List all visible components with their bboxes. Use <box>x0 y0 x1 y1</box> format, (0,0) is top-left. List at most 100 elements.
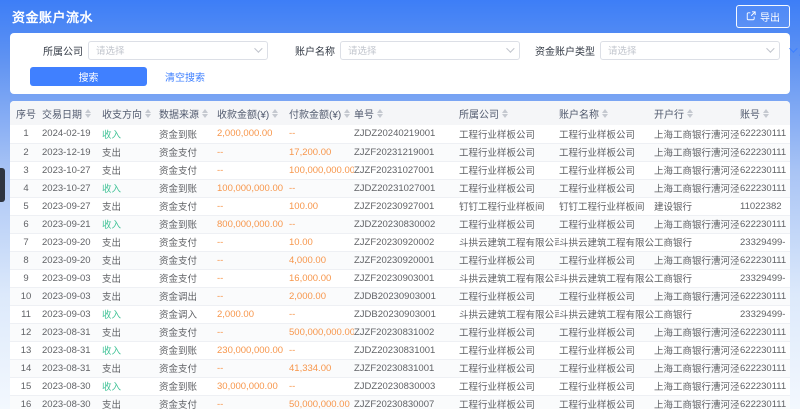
cell-direction: 收入 <box>102 377 159 395</box>
sort-caret-icon[interactable] <box>377 109 383 118</box>
cell-bank: 上海工商银行漕河泾支行 <box>654 125 740 143</box>
expand-filters-link[interactable]: 展开筛选 <box>789 43 800 58</box>
cell-company: 工程行业样板公司 <box>459 323 559 341</box>
column-label: 单号 <box>354 106 374 121</box>
column-label: 序号 <box>16 106 36 121</box>
cell-company: 斗拱云建筑工程有限公司 <box>459 305 559 323</box>
cell-seq: 15 <box>10 377 42 395</box>
table-row: 12024-02-19收入资金到账2,000,000.00--ZJDZ20240… <box>10 125 790 143</box>
cell-bank: 上海工商银行漕河泾支行 <box>654 377 740 395</box>
cell-seq: 5 <box>10 197 42 215</box>
cell-doc_no: ZJZF20230831001 <box>354 359 459 377</box>
cell-seq: 3 <box>10 161 42 179</box>
cell-account_no: 622230111 <box>740 377 790 395</box>
cell-account_no: 622230111 <box>740 251 790 269</box>
cell-source: 资金支付 <box>159 197 217 215</box>
sort-caret-icon[interactable] <box>687 109 693 118</box>
cell-seq: 11 <box>10 305 42 323</box>
cell-doc_no: ZJDZ20230831001 <box>354 341 459 359</box>
column-label: 数据来源 <box>159 106 199 121</box>
cell-pay_amount: 2,000.00 <box>289 287 354 305</box>
left-drawer-handle[interactable] <box>0 168 5 202</box>
chevron-down-icon <box>506 44 514 52</box>
cell-source: 资金支付 <box>159 233 217 251</box>
account-name-filter-placeholder: 请选择 <box>348 43 377 57</box>
column-header-source[interactable]: 数据来源 <box>159 101 217 125</box>
sort-caret-icon[interactable] <box>344 109 350 118</box>
cell-bank: 上海工商银行漕河泾支行 <box>654 395 740 409</box>
cell-pay_amount: -- <box>289 377 354 395</box>
column-header-date[interactable]: 交易日期 <box>42 101 102 125</box>
table-row: 52023-09-27支出资金支付--100.00ZJZF20230927001… <box>10 197 790 215</box>
column-header-pay_amount[interactable]: 付款金额(¥) <box>289 101 354 125</box>
cell-seq: 16 <box>10 395 42 409</box>
cell-account_no: 622230111 <box>740 143 790 161</box>
filter-buttons-row: 搜索 清空搜索 <box>30 67 790 86</box>
sort-caret-icon[interactable] <box>502 109 508 118</box>
column-header-doc_no[interactable]: 单号 <box>354 101 459 125</box>
export-button[interactable]: 导出 <box>736 5 790 28</box>
sort-caret-icon[interactable] <box>85 109 91 118</box>
cell-doc_no: ZJZF20230830007 <box>354 395 459 409</box>
cell-bank: 上海工商银行漕河泾支行 <box>654 251 740 269</box>
cell-bank: 上海工商银行漕河泾支行 <box>654 359 740 377</box>
table-header-row: 序号交易日期收支方向数据来源 收款金额(¥) 付款金额(¥)单号 所属公司 账户名称开户… <box>10 101 790 125</box>
cell-date: 2023-08-31 <box>42 359 102 377</box>
search-button[interactable]: 搜索 <box>30 67 147 86</box>
clear-search-button[interactable]: 清空搜索 <box>159 67 211 86</box>
account-type-filter-select[interactable]: 请选择 <box>600 41 780 60</box>
cell-date: 2023-09-03 <box>42 269 102 287</box>
column-header-direction[interactable]: 收支方向 <box>102 101 159 125</box>
cell-bank: 上海工商银行漕河泾支行 <box>654 341 740 359</box>
column-label: 所属公司 <box>459 106 499 121</box>
cell-pay_amount: 100,000,000.00 <box>289 161 354 179</box>
sort-caret-icon[interactable] <box>272 109 278 118</box>
cell-source: 资金支付 <box>159 269 217 287</box>
cell-date: 2024-02-19 <box>42 125 102 143</box>
cell-direction: 收入 <box>102 125 159 143</box>
cell-doc_no: ZJDB20230903001 <box>354 305 459 323</box>
cell-receive_amount: 100,000,000.00 <box>217 179 289 197</box>
cell-bank: 上海工商银行漕河泾支行 <box>654 287 740 305</box>
table-row: 142023-08-31支出资金支付--41,334.00ZJZF2023083… <box>10 359 790 377</box>
cell-source: 资金支付 <box>159 359 217 377</box>
company-filter-select[interactable]: 请选择 <box>88 41 268 60</box>
sort-caret-icon[interactable] <box>602 109 608 118</box>
column-header-account_name[interactable]: 账户名称 <box>559 101 654 125</box>
cell-account_no: 622230111 <box>740 179 790 197</box>
table-row: 82023-09-20支出资金支付--4,000.00ZJZF202309200… <box>10 251 790 269</box>
cell-company: 斗拱云建筑工程有限公司 <box>459 233 559 251</box>
sort-caret-icon[interactable] <box>763 109 769 118</box>
column-header-account_no[interactable]: 账号 <box>740 101 790 125</box>
cell-bank: 建设银行 <box>654 197 740 215</box>
cell-bank: 上海工商银行漕河泾支行 <box>654 179 740 197</box>
sort-caret-icon[interactable] <box>145 109 151 118</box>
cell-account_no: 622230111 <box>740 125 790 143</box>
page-title: 资金账户流水 <box>12 7 93 26</box>
export-button-label: 导出 <box>760 9 780 24</box>
cell-pay_amount: -- <box>289 341 354 359</box>
cell-company: 工程行业样板公司 <box>459 143 559 161</box>
export-icon <box>746 11 756 21</box>
cell-receive_amount: 800,000,000.00 <box>217 215 289 233</box>
cell-direction: 支出 <box>102 197 159 215</box>
column-header-bank[interactable]: 开户行 <box>654 101 740 125</box>
cell-doc_no: ZJDZ20230830002 <box>354 215 459 233</box>
account-name-filter-label: 账户名称 <box>295 43 335 58</box>
account-name-filter-select[interactable]: 请选择 <box>340 41 520 60</box>
column-header-company[interactable]: 所属公司 <box>459 101 559 125</box>
cell-account_name: 斗拱云建筑工程有限公司 <box>559 269 654 287</box>
sort-caret-icon[interactable] <box>202 109 208 118</box>
column-label: 收款金额(¥) <box>217 106 269 121</box>
cell-source: 资金支付 <box>159 251 217 269</box>
column-header-receive_amount[interactable]: 收款金额(¥) <box>217 101 289 125</box>
cell-pay_amount: 100.00 <box>289 197 354 215</box>
transactions-table: 序号交易日期收支方向数据来源 收款金额(¥) 付款金额(¥)单号 所属公司 账户名称开户… <box>10 101 790 409</box>
cell-account_no: 23329499- <box>740 269 790 287</box>
cell-direction: 支出 <box>102 233 159 251</box>
cell-account_no: 622230111 <box>740 341 790 359</box>
cell-receive_amount: 30,000,000.00 <box>217 377 289 395</box>
cell-source: 资金到账 <box>159 125 217 143</box>
cell-account_name: 工程行业样板公司 <box>559 341 654 359</box>
filter-panel: 所属公司 请选择 账户名称 请选择 资金账户类型 请选择 展开筛选 搜索 <box>10 33 790 94</box>
